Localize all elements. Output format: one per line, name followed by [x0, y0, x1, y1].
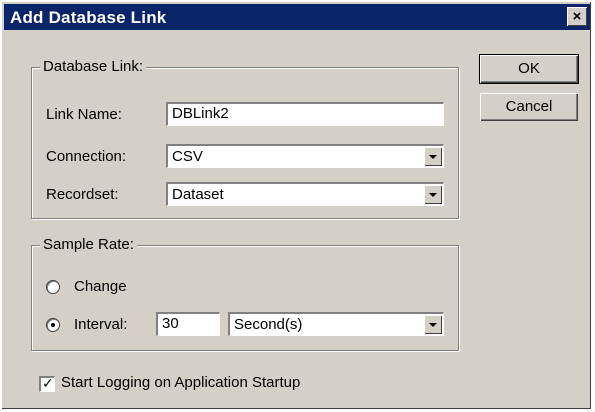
database-link-legend: Database Link: [40, 58, 147, 75]
add-database-link-dialog: Add Database Link × OK Cancel Database L… [1, 1, 591, 409]
chevron-down-icon[interactable] [424, 315, 442, 334]
title-bar: Add Database Link × [4, 4, 590, 30]
interval-label[interactable]: Interval: [74, 316, 127, 333]
recordset-label: Recordset: [46, 186, 119, 203]
link-name-label: Link Name: [46, 106, 122, 123]
start-logging-label[interactable]: Start Logging on Application Startup [61, 374, 300, 391]
connection-value: CSV [172, 148, 203, 165]
recordset-value: Dataset [172, 186, 224, 203]
interval-input[interactable]: 30 [156, 312, 220, 336]
connection-label: Connection: [46, 148, 127, 165]
ok-button[interactable]: OK [479, 54, 579, 84]
cancel-button[interactable]: Cancel [480, 93, 578, 121]
connection-select[interactable]: CSV [166, 144, 444, 168]
sample-rate-legend: Sample Rate: [40, 236, 137, 253]
recordset-select[interactable]: Dataset [166, 182, 444, 206]
change-label[interactable]: Change [74, 278, 127, 295]
chevron-down-icon[interactable] [424, 147, 442, 166]
checkmark-icon: ✓ [42, 375, 54, 391]
start-logging-checkbox[interactable]: ✓ [39, 375, 55, 392]
interval-unit-select[interactable]: Second(s) [228, 312, 444, 336]
chevron-down-icon[interactable] [424, 185, 442, 204]
interval-radio[interactable] [46, 318, 60, 332]
link-name-input[interactable]: DBLink2 [166, 102, 444, 126]
dialog-title: Add Database Link [10, 8, 167, 27]
close-icon: × [572, 8, 582, 25]
database-link-group: Database Link: Link Name: DBLink2 Connec… [31, 58, 459, 219]
close-button[interactable]: × [567, 7, 587, 26]
sample-rate-group: Sample Rate: Change Interval: 30 Second(… [31, 236, 459, 351]
interval-unit-value: Second(s) [234, 316, 303, 333]
change-radio[interactable] [46, 280, 60, 294]
